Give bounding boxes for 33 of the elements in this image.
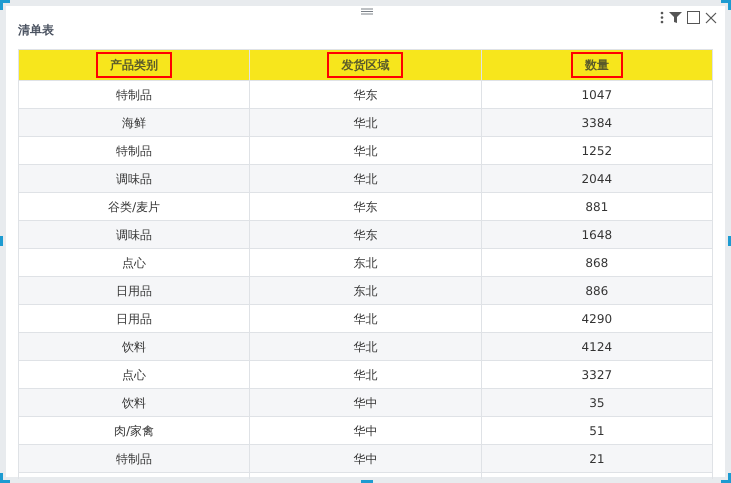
maximize-icon[interactable] xyxy=(687,11,700,24)
table-cell: 21 xyxy=(481,444,712,472)
more-icon[interactable] xyxy=(660,11,664,24)
table-cell: 3384 xyxy=(481,108,712,136)
resize-handle[interactable] xyxy=(0,236,3,246)
column-header[interactable]: 发货区域 xyxy=(327,52,404,78)
table-cell: 886 xyxy=(481,276,712,304)
table-cell: 1648 xyxy=(481,220,712,248)
table-cell: 特制品 xyxy=(18,444,250,472)
table-cell: 华东 xyxy=(250,220,482,248)
table-cell: 饮料 xyxy=(18,388,250,416)
column-header[interactable]: 产品类别 xyxy=(96,52,172,78)
table-cell: 华中 xyxy=(250,388,482,416)
table-cell: 华北 xyxy=(250,332,482,360)
drag-handle-icon[interactable] xyxy=(361,8,373,15)
table-cell: 35 xyxy=(481,388,712,416)
close-icon[interactable] xyxy=(705,12,717,24)
resize-handle[interactable] xyxy=(361,480,373,483)
table-cell: 东北 xyxy=(250,276,482,304)
table-cell: 海鲜 xyxy=(18,108,250,136)
table-cell: 4124 xyxy=(481,332,712,360)
table-cell: 调味品 xyxy=(18,164,250,192)
table-cell: 华中 xyxy=(250,444,482,472)
filter-icon[interactable] xyxy=(669,11,682,24)
resize-handle[interactable] xyxy=(728,236,731,246)
table-cell: 华北 xyxy=(250,164,482,192)
table-cell: 调味品 xyxy=(18,220,250,248)
panel-title: 清单表 xyxy=(18,22,54,39)
table-cell: 饮料 xyxy=(18,332,250,360)
column-header[interactable]: 数量 xyxy=(570,52,623,78)
table-cell: 华北 xyxy=(250,108,482,136)
table-cell: 2044 xyxy=(481,164,712,192)
table-cell: 日用品 xyxy=(18,276,250,304)
